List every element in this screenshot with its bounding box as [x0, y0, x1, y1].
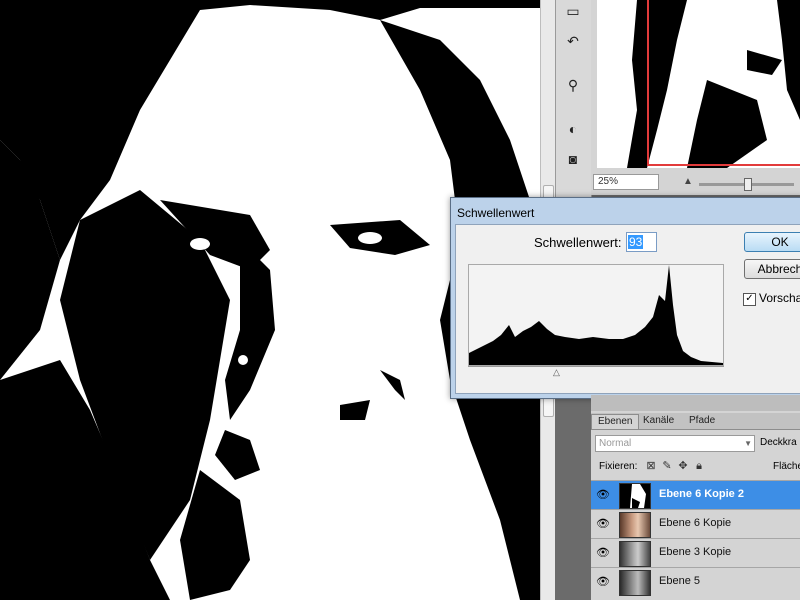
navigator-zoom-slider[interactable]: [699, 178, 794, 191]
tab-layers[interactable]: Ebenen: [591, 414, 640, 429]
zoom-out-icon[interactable]: ▲: [683, 176, 693, 187]
ok-button[interactable]: OK: [744, 232, 800, 252]
eye-icon[interactable]: 👁︎: [595, 575, 611, 589]
threshold-slider-track: [468, 366, 724, 367]
threshold-value: 93: [628, 235, 644, 249]
histogram: [468, 264, 724, 366]
histogram-graph: [469, 265, 723, 365]
layer-name: Ebene 6 Kopie: [659, 517, 732, 529]
move-icon[interactable]: ✥: [677, 460, 689, 472]
navigator-proxy-box[interactable]: [647, 0, 800, 166]
layers-panel: Ebenen Kanäle Pfade Normal ▼ Deckkra Fix…: [591, 395, 800, 600]
navigator-panel: 25% ▲: [591, 0, 800, 195]
opacity-label: Deckkra: [760, 437, 797, 448]
panel-tool-strip: ▭ ↶ ⚲ ◐ ◙: [555, 0, 592, 210]
masks-icon[interactable]: ◙: [562, 148, 584, 170]
brush-icon[interactable]: ✎: [661, 460, 673, 472]
lock-transparent-icon[interactable]: ⊠: [645, 460, 657, 472]
eye-icon[interactable]: 👁︎: [595, 517, 611, 531]
lock-label: Fixieren:: [599, 461, 638, 472]
threshold-slider-handle[interactable]: △: [553, 367, 560, 378]
history-icon[interactable]: ↶: [562, 30, 584, 52]
tab-paths[interactable]: Pfade: [683, 414, 721, 428]
slider-knob[interactable]: [744, 178, 752, 191]
tab-channels[interactable]: Kanäle: [637, 414, 680, 428]
usb-icon[interactable]: ⚲: [562, 74, 584, 96]
layer-list: 👁︎ Ebene 6 Kopie 2 👁︎ Ebene 6 Kopie 👁︎ E…: [591, 480, 800, 596]
dialog-title: Schwellenwert: [457, 206, 535, 220]
layer-name: Ebene 6 Kopie 2: [659, 488, 744, 500]
layers-tab-bar: Ebenen Kanäle Pfade: [591, 413, 800, 430]
layers-panel-topbar: [591, 395, 800, 411]
layer-thumbnail: [619, 512, 651, 538]
chevron-down-icon: ▼: [744, 439, 752, 448]
threshold-input[interactable]: 93: [626, 232, 657, 252]
eye-icon[interactable]: 👁︎: [595, 488, 611, 502]
threshold-label: Schwellenwert:: [534, 235, 622, 250]
layer-thumbnail: [619, 570, 651, 596]
eye-icon[interactable]: 👁︎: [595, 546, 611, 560]
dialog-body: Schwellenwert: 93 △ OK Abbrech ✓ Vorscha: [455, 224, 800, 394]
layer-row[interactable]: 👁︎ Ebene 5: [591, 567, 800, 596]
layer-row[interactable]: 👁︎ Ebene 6 Kopie: [591, 509, 800, 538]
blend-mode-select[interactable]: Normal ▼: [595, 435, 755, 452]
lock-row: Fixieren: ⊠ ✎ ✥ 🔒︎ Fläche: [591, 457, 800, 477]
layer-name: Ebene 3 Kopie: [659, 546, 732, 558]
layer-row[interactable]: 👁︎ Ebene 3 Kopie: [591, 538, 800, 567]
preview-label: Vorscha: [759, 291, 800, 305]
cancel-button[interactable]: Abbrech: [744, 259, 800, 279]
threshold-dialog: Schwellenwert Schwellenwert: 93 △ OK Abb…: [450, 197, 800, 399]
adjustments-icon[interactable]: ◐: [562, 118, 584, 140]
navigator-zoom-field[interactable]: 25%: [593, 174, 659, 190]
lock-icon[interactable]: 🔒︎: [693, 460, 705, 472]
layer-thumbnail: [619, 483, 651, 509]
navigator-preview[interactable]: [597, 0, 800, 168]
blend-mode-value: Normal: [599, 438, 632, 449]
fill-label: Fläche: [773, 461, 800, 472]
layer-row[interactable]: 👁︎ Ebene 6 Kopie 2: [591, 480, 800, 509]
histogram-icon[interactable]: ▭: [562, 0, 584, 22]
preview-checkbox[interactable]: ✓: [743, 293, 756, 306]
layer-name: Ebene 5: [659, 575, 700, 587]
layer-thumbnail: [619, 541, 651, 567]
